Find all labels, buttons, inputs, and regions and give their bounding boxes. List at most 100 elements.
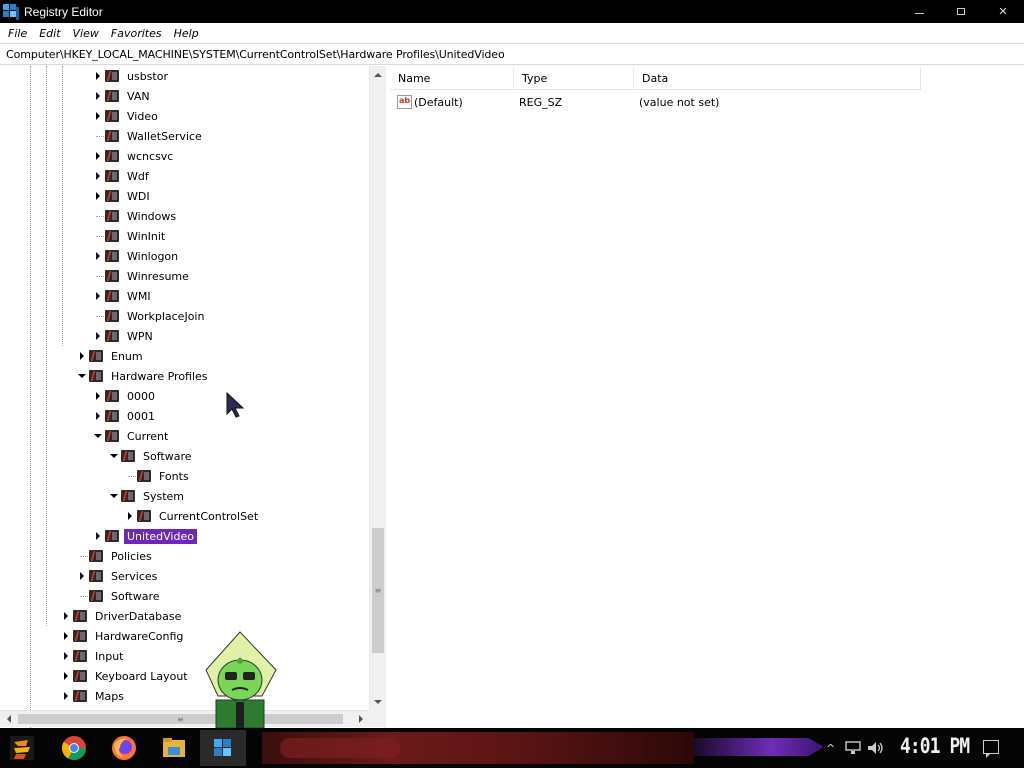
tree-node-van[interactable]: VAN	[92, 86, 153, 106]
taskbar-clock[interactable]: 4:01 PM	[900, 734, 970, 758]
volume-icon[interactable]	[867, 741, 885, 755]
tree-node-services[interactable]: Services	[76, 566, 160, 586]
scroll-right-button[interactable]	[352, 711, 369, 727]
tree-node-label: WinInit	[127, 229, 166, 243]
tree-node-driverdatabase[interactable]: DriverDatabase	[60, 606, 184, 626]
address-path[interactable]: Computer\HKEY_LOCAL_MACHINE\SYSTEM\Curre…	[6, 48, 505, 61]
expand-arrow-icon[interactable]	[76, 346, 88, 366]
file-explorer-taskbar-button[interactable]	[160, 734, 188, 762]
registry-key-folder-icon	[88, 588, 104, 604]
tree-dotted-line	[62, 66, 63, 346]
collapse-arrow-icon[interactable]	[92, 426, 104, 446]
expand-arrow-icon[interactable]	[92, 146, 104, 166]
tree-node-wmi[interactable]: WMI	[92, 286, 154, 306]
expand-arrow-icon[interactable]	[92, 86, 104, 106]
tree-node-currentcontrolset[interactable]: CurrentControlSet	[124, 506, 261, 526]
tree-node-current[interactable]: Current	[92, 426, 171, 446]
menu-favorites[interactable]: Favorites	[105, 27, 168, 40]
column-header-data[interactable]: Data	[634, 68, 921, 90]
tree-horizontal-scrollbar[interactable]: ≡	[0, 710, 369, 727]
action-center-icon[interactable]	[983, 740, 999, 758]
column-header-name[interactable]: Name	[390, 68, 514, 90]
column-header-type[interactable]: Type	[514, 68, 634, 90]
tree-node-unitedvideo[interactable]: UnitedVideo	[92, 526, 197, 546]
expand-arrow-icon[interactable]	[124, 506, 136, 526]
close-button[interactable]: ✕	[982, 0, 1024, 23]
tree-node-system[interactable]: System	[108, 486, 187, 506]
menu-edit[interactable]: Edit	[33, 27, 66, 40]
tree-node-software[interactable]: Software	[76, 586, 163, 606]
value-row[interactable]: ab (Default) REG_SZ (value not set)	[390, 92, 1020, 112]
menu-file[interactable]: File	[2, 27, 33, 40]
collapse-arrow-icon[interactable]	[76, 366, 88, 386]
collapse-arrow-icon[interactable]	[108, 486, 120, 506]
values-pane[interactable]: Name Type Data ab (Default) REG_SZ (valu…	[390, 66, 1024, 728]
column-type-label: Type	[522, 72, 548, 85]
expand-arrow-icon[interactable]	[76, 566, 88, 586]
title-bar[interactable]: Registry Editor ✕	[0, 0, 1024, 23]
network-icon[interactable]	[845, 741, 861, 755]
tree-node-walletservice[interactable]: WalletService	[92, 126, 205, 146]
scroll-left-button[interactable]	[0, 711, 17, 727]
key-tree[interactable]: usbstor VAN Video WalletService wcncsvc Wdf WD…	[0, 66, 386, 728]
expand-arrow-icon[interactable]	[60, 666, 72, 686]
horizontal-scroll-thumb[interactable]: ≡	[18, 714, 343, 724]
tree-dotted-line	[80, 556, 88, 557]
tree-node-wcncsvc[interactable]: wcncsvc	[92, 146, 176, 166]
registry-key-folder-icon	[104, 128, 120, 144]
expand-arrow-icon[interactable]	[92, 326, 104, 346]
tree-node-hardwareconfig[interactable]: HardwareConfig	[60, 626, 186, 646]
tree-node-windows[interactable]: Windows	[92, 206, 179, 226]
expand-arrow-icon[interactable]	[92, 166, 104, 186]
tree-node-label: System	[143, 489, 185, 503]
tray-overflow-chevron-icon[interactable]: ^	[826, 742, 835, 755]
address-bar[interactable]: Computer\HKEY_LOCAL_MACHINE\SYSTEM\Curre…	[0, 43, 1024, 65]
expand-arrow-icon[interactable]	[92, 66, 104, 86]
expand-arrow-icon[interactable]	[92, 246, 104, 266]
scroll-up-button[interactable]	[370, 66, 386, 83]
tree-node-winresume[interactable]: Winresume	[92, 266, 192, 286]
tree-node-workplacejoin[interactable]: WorkplaceJoin	[92, 306, 207, 326]
tree-vertical-scrollbar[interactable]: ≡	[369, 66, 386, 710]
registry-editor-taskbar-button[interactable]	[200, 730, 246, 766]
tree-node-winlogon[interactable]: Winlogon	[92, 246, 181, 266]
tree-node-input[interactable]: Input	[60, 646, 126, 666]
expand-arrow-icon[interactable]	[60, 646, 72, 666]
expand-arrow-icon[interactable]	[92, 386, 104, 406]
expand-arrow-icon[interactable]	[92, 106, 104, 126]
expand-arrow-icon[interactable]	[60, 626, 72, 646]
tree-node-usbstor[interactable]: usbstor	[92, 66, 171, 86]
tree-node-0001[interactable]: 0001	[92, 406, 158, 426]
tree-node-hardware-profiles[interactable]: Hardware Profiles	[76, 366, 211, 386]
expand-arrow-icon[interactable]	[92, 186, 104, 206]
minimize-button[interactable]	[898, 0, 940, 23]
tree-node-keyboard-layout[interactable]: Keyboard Layout	[60, 666, 191, 686]
collapse-arrow-icon[interactable]	[108, 446, 120, 466]
menu-help[interactable]: Help	[168, 27, 205, 40]
expand-arrow-icon[interactable]	[92, 406, 104, 426]
tree-node-maps[interactable]: Maps	[60, 686, 127, 706]
scroll-down-button[interactable]	[370, 693, 386, 710]
registry-key-folder-icon	[88, 348, 104, 364]
tree-node-video[interactable]: Video	[92, 106, 161, 126]
chrome-taskbar-button[interactable]	[60, 734, 88, 762]
tree-node-wpn[interactable]: WPN	[92, 326, 156, 346]
vertical-scroll-thumb[interactable]: ≡	[372, 528, 384, 653]
expand-arrow-icon[interactable]	[92, 526, 104, 546]
registry-key-folder-icon	[104, 328, 120, 344]
start-button[interactable]	[8, 734, 36, 762]
expand-arrow-icon[interactable]	[60, 686, 72, 706]
expand-arrow-icon[interactable]	[92, 286, 104, 306]
window-controls: ✕	[898, 0, 1024, 23]
registry-key-folder-icon	[72, 668, 88, 684]
tree-node-wdi[interactable]: WDI	[92, 186, 153, 206]
folder-icon	[163, 738, 185, 757]
maximize-button[interactable]	[940, 0, 982, 23]
tree-node-software[interactable]: Software	[108, 446, 195, 466]
firefox-taskbar-button[interactable]	[110, 734, 138, 762]
tree-node-enum[interactable]: Enum	[76, 346, 146, 366]
expand-arrow-icon[interactable]	[60, 606, 72, 626]
menu-view[interactable]: View	[67, 27, 105, 40]
tree-node-wdf[interactable]: Wdf	[92, 166, 152, 186]
tree-node-0000[interactable]: 0000	[92, 386, 158, 406]
